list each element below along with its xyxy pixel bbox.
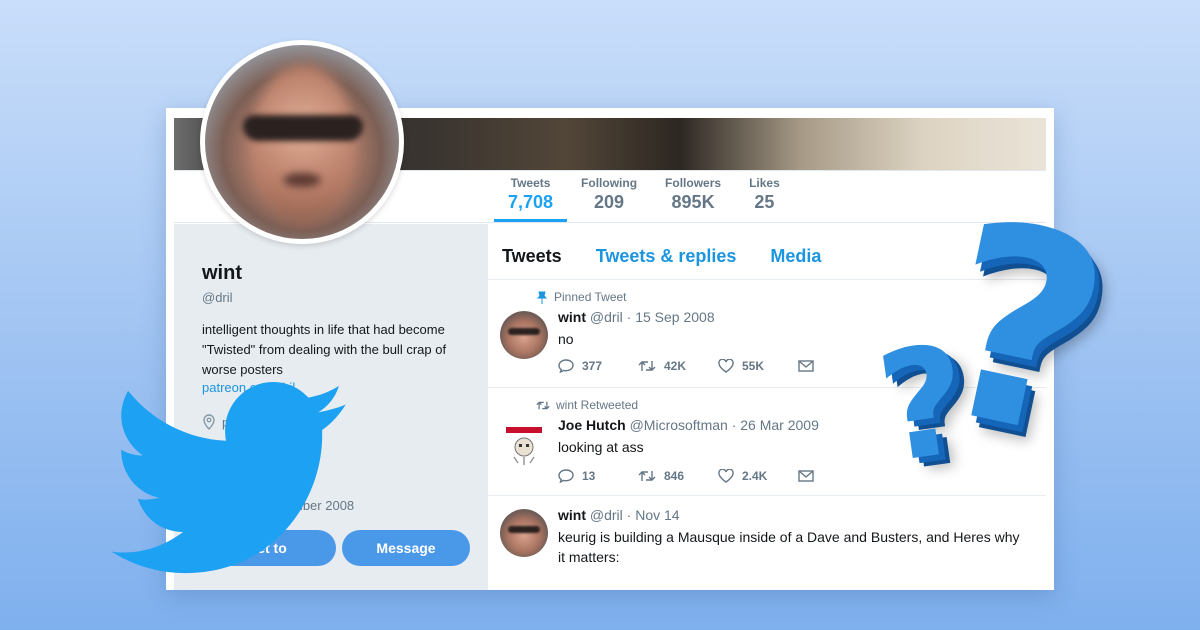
tab-tweets-replies[interactable]: Tweets & replies	[596, 246, 737, 267]
reply-icon	[558, 469, 574, 483]
avatar[interactable]	[500, 509, 548, 557]
like-count: 55K	[742, 359, 765, 373]
like-button[interactable]: 55K	[718, 359, 798, 373]
dm-button[interactable]	[798, 359, 878, 373]
tweet-author[interactable]: wint	[558, 309, 586, 325]
metallica-shirt-image	[506, 427, 542, 465]
stat-following[interactable]: Following 209	[567, 170, 651, 222]
reply-button[interactable]: 13	[558, 469, 638, 483]
envelope-icon	[798, 470, 814, 482]
stat-label: Followers	[665, 176, 722, 190]
tweet-header: Joe Hutch @Microsoftman · 26 Mar 2009	[558, 417, 819, 433]
tweet-header: wint @dril · Nov 14	[558, 507, 680, 523]
retweet-icon	[536, 401, 550, 409]
stat-label: Likes	[749, 176, 780, 190]
tweet-item[interactable]: wint @dril · Nov 14 keurig is building a…	[488, 497, 1046, 590]
reply-count: 13	[582, 469, 596, 483]
tweet-author[interactable]: wint	[558, 507, 586, 523]
pinned-label: Pinned Tweet	[554, 290, 627, 304]
retweet-icon	[638, 471, 656, 481]
retweeted-label: wint Retweeted	[556, 398, 639, 412]
profile-stats: Tweets 7,708 Following 209 Followers 895…	[494, 170, 794, 222]
like-button[interactable]: 2.4K	[718, 469, 798, 483]
message-button[interactable]: Message	[342, 530, 470, 566]
twitter-bird-icon	[112, 382, 346, 574]
reply-count: 377	[582, 359, 603, 373]
stat-followers[interactable]: Followers 895K	[651, 170, 735, 222]
tweet-actions: 377 42K 55K	[558, 359, 878, 373]
stat-label: Following	[581, 176, 638, 190]
stat-likes[interactable]: Likes 25	[735, 170, 794, 222]
tweet-meta: @dril · 15 Sep 2008	[589, 309, 715, 325]
stat-tweets[interactable]: Tweets 7,708	[494, 170, 568, 222]
profile-avatar[interactable]	[200, 40, 404, 244]
heart-icon	[718, 359, 734, 373]
tweet-context: Pinned Tweet	[536, 290, 627, 304]
envelope-icon	[798, 360, 814, 372]
avatar[interactable]	[500, 419, 548, 467]
reply-icon	[558, 359, 574, 373]
retweet-count: 42K	[664, 359, 687, 373]
tweet-meta: @dril · Nov 14	[589, 507, 680, 523]
tweet-context: wint Retweeted	[536, 398, 638, 412]
retweet-icon	[638, 361, 656, 371]
tweet-author[interactable]: Joe Hutch	[558, 417, 626, 433]
tweet-actions: 13 846 2.4K	[558, 469, 878, 483]
retweet-count: 846	[664, 469, 685, 483]
stat-value: 895K	[671, 192, 715, 212]
retweet-button[interactable]: 42K	[638, 359, 718, 373]
tab-media[interactable]: Media	[770, 246, 821, 267]
profile-bio: intelligent thoughts in life that had be…	[202, 322, 447, 377]
dm-button[interactable]	[798, 469, 878, 483]
heart-icon	[718, 469, 734, 483]
stat-label: Tweets	[510, 176, 551, 190]
profile-handle[interactable]: @dril	[202, 290, 233, 305]
like-count: 2.4K	[742, 469, 768, 483]
avatar[interactable]	[500, 311, 548, 359]
tweet-text: keurig is building a Mausque inside of a…	[558, 529, 1020, 565]
tweet-meta: @Microsoftman · 26 Mar 2009	[629, 417, 819, 433]
tweet-header: wint @dril · 15 Sep 2008	[558, 309, 715, 325]
stat-value: 25	[754, 192, 775, 212]
tab-tweets[interactable]: Tweets	[502, 246, 562, 267]
profile-name[interactable]: wint	[202, 262, 242, 285]
stat-value: 7,708	[508, 192, 554, 212]
pin-icon	[536, 291, 548, 304]
stat-value: 209	[594, 192, 625, 212]
retweet-button[interactable]: 846	[638, 469, 718, 483]
reply-button[interactable]: 377	[558, 359, 638, 373]
